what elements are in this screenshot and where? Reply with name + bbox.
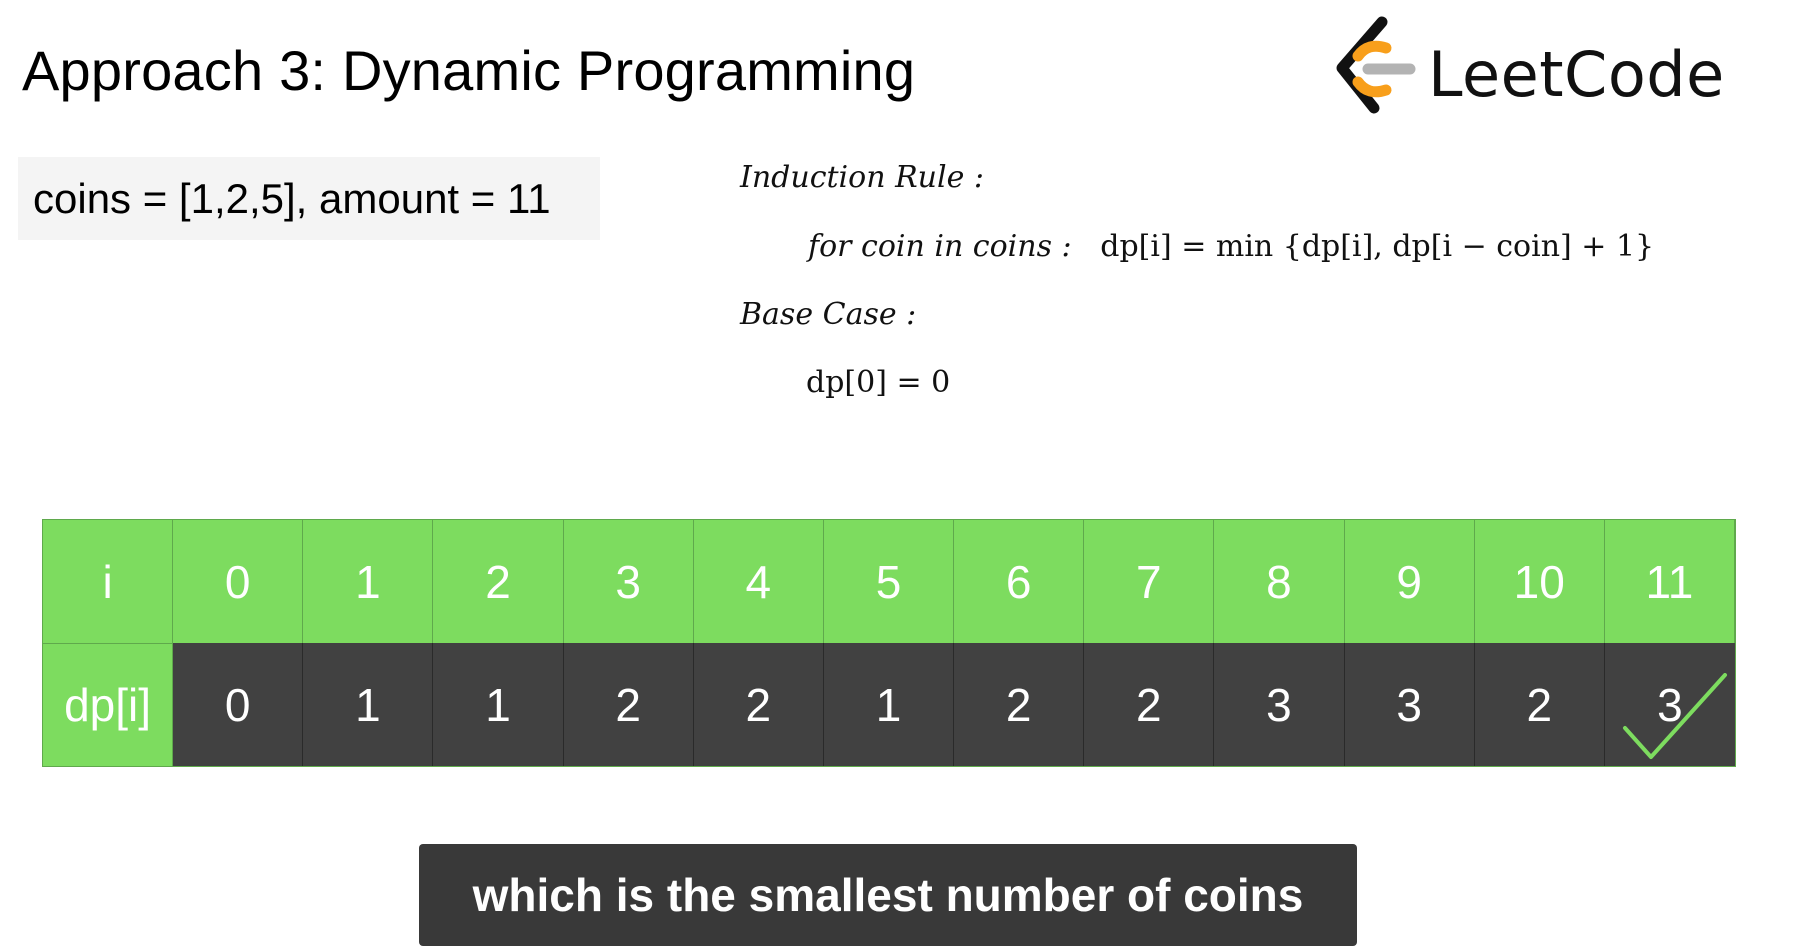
dp-value-cell: 1: [433, 643, 564, 766]
logo-text: LeetCode: [1428, 38, 1725, 111]
base-case-label: Base Case :: [740, 297, 917, 332]
index-cell: 4: [693, 520, 824, 643]
page-title: Approach 3: Dynamic Programming: [22, 39, 916, 102]
subtitle-caption: which is the smallest number of coins: [419, 844, 1357, 946]
index-cell: 2: [433, 520, 564, 643]
induction-prefix: for coin in coins :: [808, 229, 1072, 264]
dp-value-cell: 3: [1344, 643, 1475, 766]
index-cell: 9: [1344, 520, 1475, 643]
leetcode-logo: LeetCode: [1328, 16, 1748, 116]
index-cell: 10: [1474, 520, 1605, 643]
example-text: coins = [1,2,5], amount = 11: [33, 174, 551, 222]
row-label-i: i: [43, 520, 174, 643]
dp-value-cell: 2: [693, 643, 824, 766]
dp-value-cell: 2: [1084, 643, 1215, 766]
index-cell: 3: [563, 520, 694, 643]
dp-value-cell: 3: [1214, 643, 1345, 766]
dp-value-cell: 2: [563, 643, 694, 766]
index-cell: 8: [1214, 520, 1345, 643]
dp-value-cell: 2: [954, 643, 1085, 766]
dp-value-cell: 0: [173, 643, 304, 766]
dp-value-cell: 1: [823, 643, 955, 766]
index-cell: 1: [303, 520, 434, 643]
row-label-dp: dp[i]: [43, 643, 174, 766]
checkmark-icon: [1622, 673, 1727, 759]
leetcode-logo-icon: [1336, 16, 1416, 114]
dp-value-cell: 2: [1474, 643, 1605, 766]
dp-value-cell: 3: [1604, 643, 1735, 766]
dp-value-cell: 1: [303, 643, 434, 766]
caption-text: which is the smallest number of coins: [472, 869, 1304, 921]
index-cell: 5: [823, 520, 955, 643]
induction-formula: dp[i] = min {dp[i], dp[i − coin] + 1}: [1100, 229, 1655, 264]
index-cell: 6: [954, 520, 1085, 643]
index-cell: 11: [1604, 520, 1735, 643]
induction-rule-formula: for coin in coins : dp[i] = min {dp[i], …: [808, 229, 1654, 264]
induction-rule-label: Induction Rule :: [740, 160, 984, 195]
index-cell: 0: [173, 520, 304, 643]
base-case-formula: dp[0] = 0: [806, 365, 951, 400]
dp-table: i 0 1 2 3 4 5 6 7 8 9 10 11 dp[i] 0 1 1 2 2 1 2 2 3 3 2 3: [42, 519, 1736, 767]
index-cell: 7: [1084, 520, 1215, 643]
example-input: coins = [1,2,5], amount = 11: [18, 157, 600, 240]
